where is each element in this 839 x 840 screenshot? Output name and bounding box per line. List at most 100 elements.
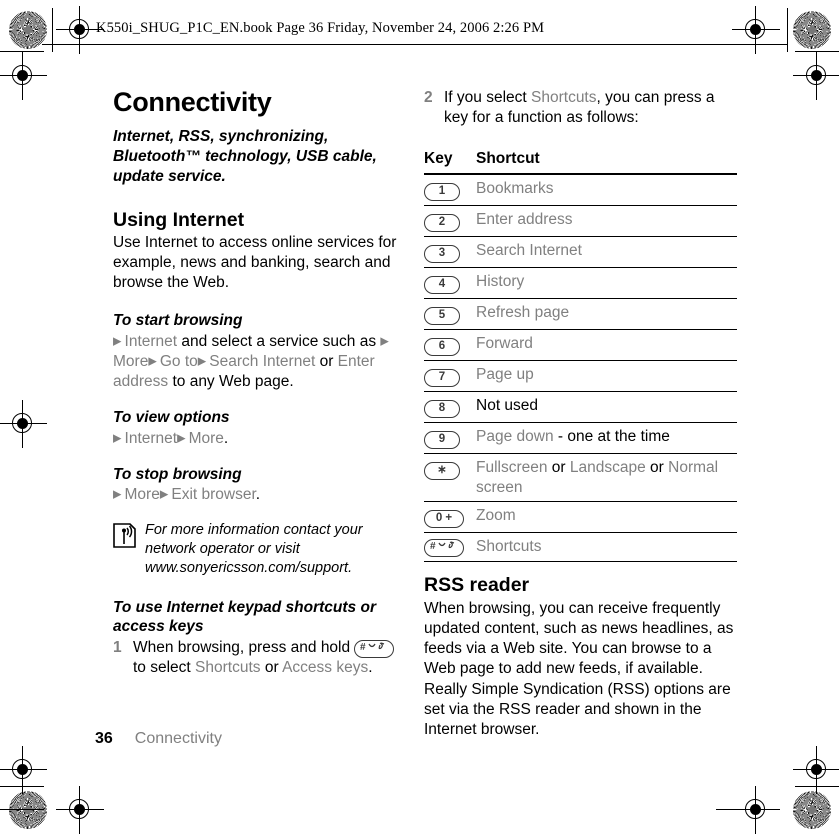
table-cell-shortcut: Search Internet xyxy=(476,236,737,269)
section-body-using-internet: Use Internet to access online services f… xyxy=(113,234,397,292)
ui-term: Shortcuts xyxy=(195,658,261,676)
ui-term: Page up xyxy=(476,366,534,384)
footer-page-number: 36 xyxy=(95,730,113,747)
ui-term: Search Internet xyxy=(209,353,316,370)
table-cell-shortcut: Zoom xyxy=(476,501,737,534)
table-row: 0 + Zoom xyxy=(424,501,737,534)
table-cell-key: 6 xyxy=(424,329,476,362)
table-cell-key: 7 xyxy=(424,360,476,393)
ui-term: More xyxy=(113,353,149,370)
registration-rosette-bottom-left xyxy=(9,791,47,829)
ui-term: Page down xyxy=(476,428,554,446)
table-cell-shortcut: Shortcuts xyxy=(476,532,737,563)
table-cell-shortcut: Not used xyxy=(476,391,737,424)
registration-crosshair-right-top xyxy=(793,52,839,100)
signal-antenna-icon xyxy=(113,523,136,549)
registration-crosshair-left-middle xyxy=(0,400,47,448)
header-rule xyxy=(42,44,787,45)
table-row: 2 Enter address xyxy=(424,205,737,238)
table-cell-key: 5 xyxy=(424,298,476,331)
procedure-steps: ▶ Internet▶ More. xyxy=(113,429,404,449)
key-hash-glyph: # xyxy=(354,639,395,658)
table-cell-shortcut: Page down - one at the time xyxy=(476,422,737,455)
step-text-or: or xyxy=(260,658,283,676)
table-cell-key: 0 + xyxy=(424,501,476,534)
procedure-steps: ▶ Internet and select a service such as … xyxy=(113,332,404,392)
ui-term: More xyxy=(188,429,224,447)
shortcuts-table-body: 1 Bookmarks 2 Enter address 3 Search Internet… xyxy=(424,174,737,563)
shortcuts-table: Key Shortcut 1 Bookmarks 2 Enter address 3 Se… xyxy=(424,150,737,563)
registration-crosshair-bottom-left-inner xyxy=(56,786,104,834)
table-cell-key: 3 xyxy=(424,236,476,269)
chapter-intro: Internet, RSS, synchronizing, Bluetooth™… xyxy=(113,128,377,185)
header-divider-right xyxy=(787,8,788,52)
plain-text: . xyxy=(223,429,229,447)
table-row: 9 Page down - one at the time xyxy=(424,422,737,455)
plain-text: to any Web page. xyxy=(168,373,294,391)
column-header-key: Key xyxy=(424,150,476,176)
table-cell-key: ∗ xyxy=(424,453,476,503)
procedure-heading-keypad-shortcuts: To use Internet keypad shortcuts or acce… xyxy=(113,598,376,636)
svg-text:#: # xyxy=(430,541,436,551)
registration-crosshair-left-top xyxy=(0,52,47,100)
registration-crosshair-right-bottom xyxy=(793,746,839,794)
procedure-heading: To stop browsing xyxy=(113,465,242,483)
key-glyph-3: 3 xyxy=(424,245,460,264)
menu-arrow-icon: ▶ xyxy=(113,432,125,445)
table-row: 5 Refresh page xyxy=(424,298,737,331)
menu-arrow-icon: ▶ xyxy=(113,488,125,501)
table-cell-key: # xyxy=(424,532,476,563)
key-glyph-8: 8 xyxy=(424,400,460,419)
key-glyph-zero: 0 + xyxy=(424,510,464,529)
plain-text: and select a service such as xyxy=(177,332,381,350)
table-cell-shortcut: Fullscreen or Landscape or Normal screen xyxy=(476,453,737,503)
table-row: 1 Bookmarks xyxy=(424,174,737,207)
procedure-steps: ▶ More▶ Exit browser. xyxy=(113,485,404,505)
registration-crosshair-bottom-right-inner xyxy=(732,786,780,834)
table-header-row: Key Shortcut xyxy=(424,150,737,176)
step-text-after: to select xyxy=(133,658,196,676)
trim-mark-bottom-right xyxy=(795,786,839,787)
trim-mark-top-right xyxy=(795,51,839,52)
table-cell-key: 8 xyxy=(424,391,476,424)
plain-text: . xyxy=(255,486,261,504)
menu-arrow-icon: ▶ xyxy=(113,335,125,348)
ui-term: Access keys xyxy=(282,658,369,676)
table-cell-shortcut: Page up xyxy=(476,360,737,393)
step-text-end: . xyxy=(368,658,373,676)
key-glyph-9: 9 xyxy=(424,431,460,450)
ui-term: Internet xyxy=(124,332,178,350)
table-cell-key: 1 xyxy=(424,174,476,207)
plain-text: or xyxy=(547,459,570,477)
list-item: 1 When browsing, press and hold # to selec… xyxy=(113,638,404,678)
key-glyph-star: ∗ xyxy=(424,462,460,481)
note-box: For more information contact your networ… xyxy=(113,521,404,578)
table-row: 6 Forward xyxy=(424,329,737,362)
ui-term: More xyxy=(124,486,160,504)
trim-mark-left-bottom-horizontal xyxy=(0,809,44,810)
ui-term: Zoom xyxy=(476,507,516,525)
registration-rosette-top-right xyxy=(793,11,831,49)
table-row: 8 Not used xyxy=(424,391,737,424)
key-glyph-5: 5 xyxy=(424,307,460,326)
key-glyph-2: 2 xyxy=(424,214,460,233)
ui-term: Internet xyxy=(124,429,178,447)
menu-arrow-icon: ▶ xyxy=(380,335,389,348)
trim-mark-bottom-left xyxy=(0,786,44,787)
ui-term: History xyxy=(476,273,525,291)
table-cell-key: 2 xyxy=(424,205,476,238)
table-row: 4 History xyxy=(424,267,737,300)
right-column: 2 If you select Shortcuts, you can press … xyxy=(424,88,737,758)
ui-term: Refresh page xyxy=(476,304,570,322)
table-cell-key: 9 xyxy=(424,422,476,455)
procedure-heading: To start browsing xyxy=(113,312,243,330)
registration-crosshair-left-bottom xyxy=(0,746,47,794)
table-cell-shortcut: History xyxy=(476,267,737,300)
svg-text:#: # xyxy=(360,642,366,652)
left-column: Connectivity Internet, RSS, synchronizin… xyxy=(113,87,404,684)
key-glyph-4: 4 xyxy=(424,276,460,295)
column-header-shortcut: Shortcut xyxy=(476,150,737,176)
step-text-before: When browsing, press and hold xyxy=(133,638,355,656)
table-row: 3 Search Internet xyxy=(424,236,737,269)
key-glyph-1: 1 xyxy=(424,183,460,202)
